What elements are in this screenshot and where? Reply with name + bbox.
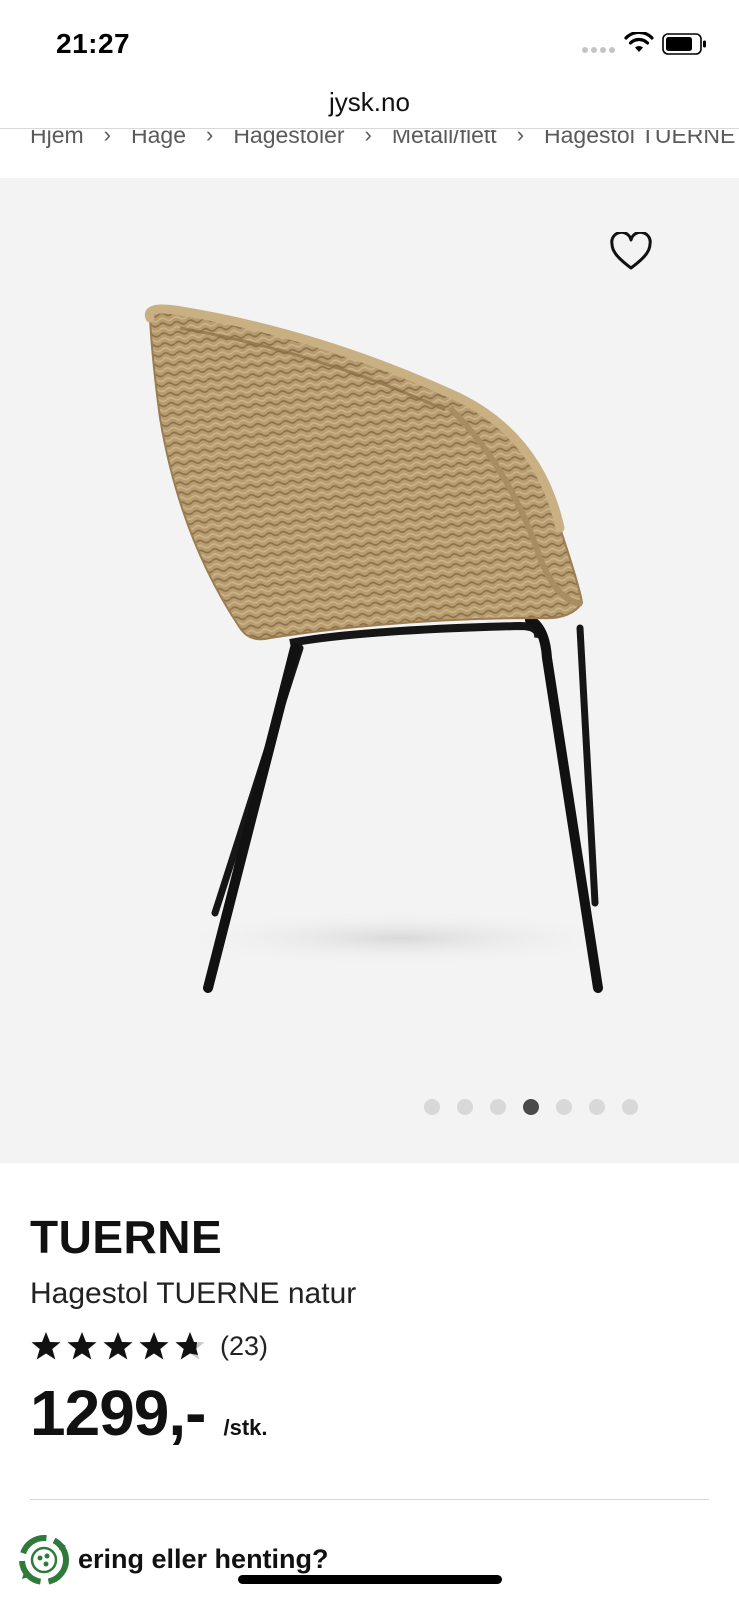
url-bar[interactable]: jysk.no — [0, 82, 739, 128]
wifi-icon — [624, 32, 654, 52]
section-divider — [30, 1499, 709, 1500]
price-unit: /stk. — [223, 1415, 268, 1440]
url-bar-divider — [0, 128, 739, 129]
review-count[interactable]: (23) — [220, 1331, 268, 1362]
pagination-dot[interactable] — [424, 1099, 440, 1115]
status-bar: 21:27 — [0, 0, 739, 88]
price-row: 1299,- /stk. — [30, 1376, 268, 1450]
star-full-icon — [31, 1332, 61, 1360]
pagination-dot-active[interactable] — [523, 1099, 539, 1115]
star-full-icon — [67, 1332, 97, 1360]
pagination-dot[interactable] — [556, 1099, 572, 1115]
signal-dots-icon — [582, 47, 616, 53]
home-indicator[interactable] — [238, 1575, 502, 1584]
product-gallery[interactable] — [0, 178, 739, 1163]
product-brand: TUERNE — [30, 1211, 223, 1263]
star-full-icon — [139, 1332, 169, 1360]
battery-icon — [662, 33, 706, 55]
gallery-pagination[interactable] — [424, 1099, 638, 1115]
star-full-icon — [103, 1332, 133, 1360]
pagination-dot[interactable] — [622, 1099, 638, 1115]
delivery-question: ering eller henting? — [78, 1544, 329, 1574]
recycle-icon — [19, 1535, 69, 1585]
product-name: Hagestol TUERNE natur — [30, 1277, 357, 1310]
product-image-chair[interactable] — [100, 298, 640, 998]
product-price: 1299,- — [30, 1377, 206, 1449]
status-time: 21:27 — [56, 28, 131, 59]
pagination-dot[interactable] — [457, 1099, 473, 1115]
pagination-dot[interactable] — [589, 1099, 605, 1115]
pagination-dot[interactable] — [490, 1099, 506, 1115]
star-half-icon — [175, 1332, 205, 1360]
heart-icon[interactable] — [609, 232, 653, 272]
url-text: jysk.no — [329, 87, 410, 117]
product-rating[interactable]: (23) — [30, 1330, 268, 1362]
